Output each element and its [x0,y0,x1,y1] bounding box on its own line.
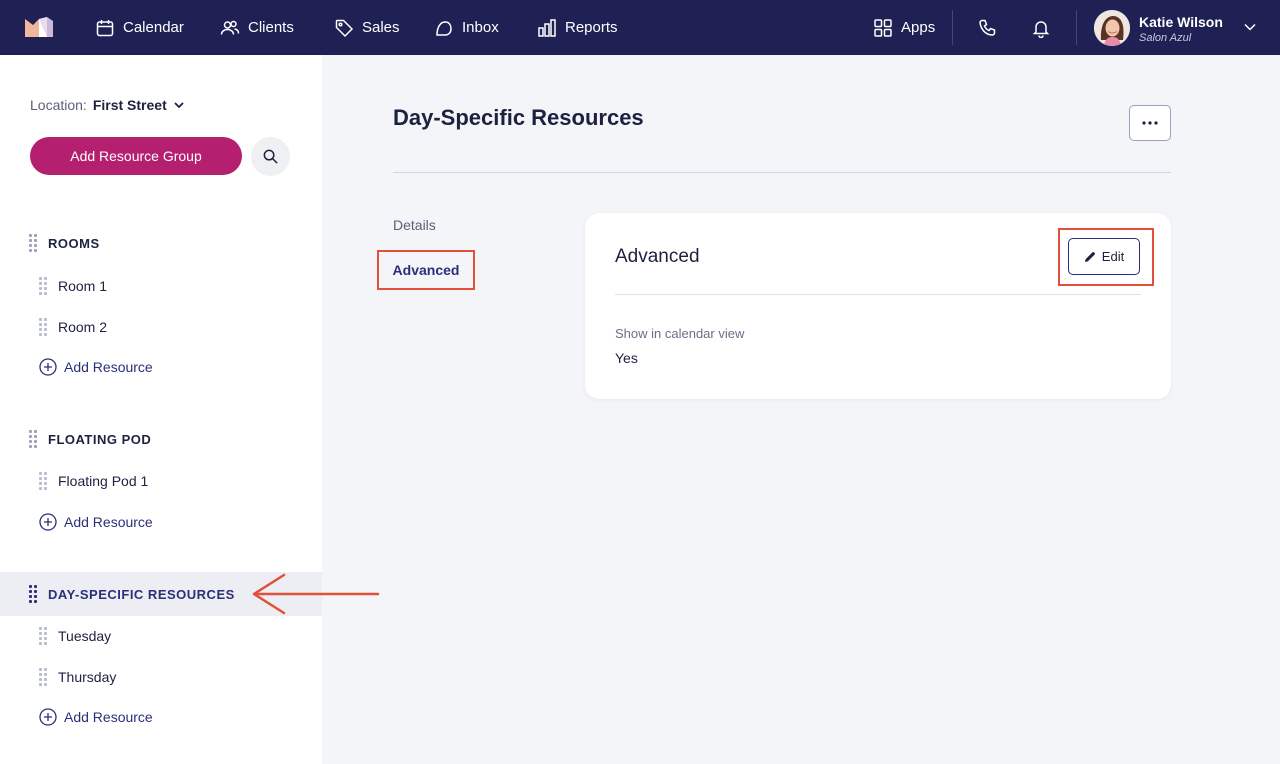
group-title: ROOMS [48,235,100,251]
phone-icon [979,19,996,36]
location-selector[interactable]: Location: First Street [30,97,185,113]
calendar-icon [96,19,114,36]
page-title: Day-Specific Resources [393,105,644,130]
location-value: First Street [92,97,167,113]
resource-item[interactable]: Floating Pod 1 [0,466,322,496]
edit-label: Edit [1101,249,1125,264]
more-options-button[interactable] [1129,105,1171,141]
add-resource-label: Add Resource [64,514,153,530]
nav-clients[interactable]: Clients [220,0,294,55]
edit-button[interactable]: Edit [1068,238,1140,275]
bar-chart-icon [538,18,556,37]
nav-divider [1076,10,1077,45]
nav-label: Reports [565,19,618,36]
drag-handle-icon[interactable] [39,277,47,295]
resource-label: Tuesday [58,628,112,644]
drag-handle-icon[interactable] [29,585,37,603]
add-resource-link[interactable]: Add Resource [39,356,153,378]
top-nav: Calendar Clients Sales Inbox Reports App… [0,0,1280,55]
chevron-down-icon[interactable] [1243,20,1257,34]
tag-icon [335,19,354,37]
location-label: Location: [30,97,87,113]
user-organization: Salon Azul [1139,32,1192,44]
nav-apps[interactable]: Apps [873,0,935,55]
chevron-down-icon [174,102,184,109]
bell-icon [1032,20,1050,38]
drag-handle-icon[interactable] [29,430,37,448]
divider [615,294,1141,295]
avatar[interactable] [1094,10,1130,46]
drag-handle-icon[interactable] [39,668,47,686]
notifications-button[interactable] [1031,0,1051,55]
resource-item[interactable]: Room 2 [0,312,322,342]
resource-item[interactable]: Thursday [0,662,322,692]
resource-label: Thursday [58,669,117,685]
user-name: Katie Wilson [1139,14,1223,30]
drag-handle-icon[interactable] [29,234,37,252]
users-icon [220,20,240,35]
card-title: Advanced [615,246,700,267]
group-header-rooms[interactable]: ROOMS [0,221,322,265]
user-photo [1094,10,1130,46]
pencil-icon [1084,251,1095,262]
annotation-arrow-icon [252,573,380,615]
tab-details[interactable]: Details [393,217,436,233]
group-title: FLOATING POD [48,431,152,447]
group-header-floating-pod[interactable]: FLOATING POD [0,417,322,461]
nav-divider [952,10,953,45]
nav-label: Apps [901,19,936,36]
brand-logo[interactable] [25,17,53,37]
drag-handle-icon[interactable] [39,318,47,336]
plus-circle-icon [39,358,57,376]
advanced-card: Advanced Edit Show in calendar view Yes [585,213,1171,399]
nav-sales[interactable]: Sales [334,0,400,55]
add-resource-label: Add Resource [64,709,153,725]
nav-reports[interactable]: Reports [537,0,618,55]
resource-item[interactable]: Tuesday [0,621,322,651]
divider [393,172,1171,173]
nav-label: Calendar [123,19,184,36]
drag-handle-icon[interactable] [39,472,47,490]
phone-button[interactable] [978,0,998,55]
plus-circle-icon [39,708,57,726]
search-icon [263,149,278,164]
plus-circle-icon [39,513,57,531]
resource-label: Floating Pod 1 [58,473,149,489]
nav-inbox[interactable]: Inbox [434,0,499,55]
nav-label: Inbox [462,19,499,36]
search-button[interactable] [251,137,290,176]
inbox-icon [436,20,452,36]
tab-advanced[interactable]: Advanced [377,250,475,290]
drag-handle-icon[interactable] [39,627,47,645]
resource-sidebar: Location: First Street Add Resource Grou… [0,55,322,764]
add-resource-label: Add Resource [64,359,153,375]
resource-label: Room 2 [58,319,108,335]
resource-item[interactable]: Room 1 [0,271,322,301]
nav-calendar[interactable]: Calendar [95,0,184,55]
resource-label: Room 1 [58,278,108,294]
add-resource-link[interactable]: Add Resource [39,706,153,728]
nav-label: Sales [362,19,400,36]
add-resource-group-button[interactable]: Add Resource Group [30,137,242,175]
field-label: Show in calendar view [615,326,745,341]
grid-icon [874,18,892,37]
more-horizontal-icon [1142,121,1158,125]
nav-label: Clients [248,19,294,36]
field-value: Yes [615,350,638,366]
add-resource-link[interactable]: Add Resource [39,511,153,533]
group-title: DAY-SPECIFIC RESOURCES [48,586,235,602]
